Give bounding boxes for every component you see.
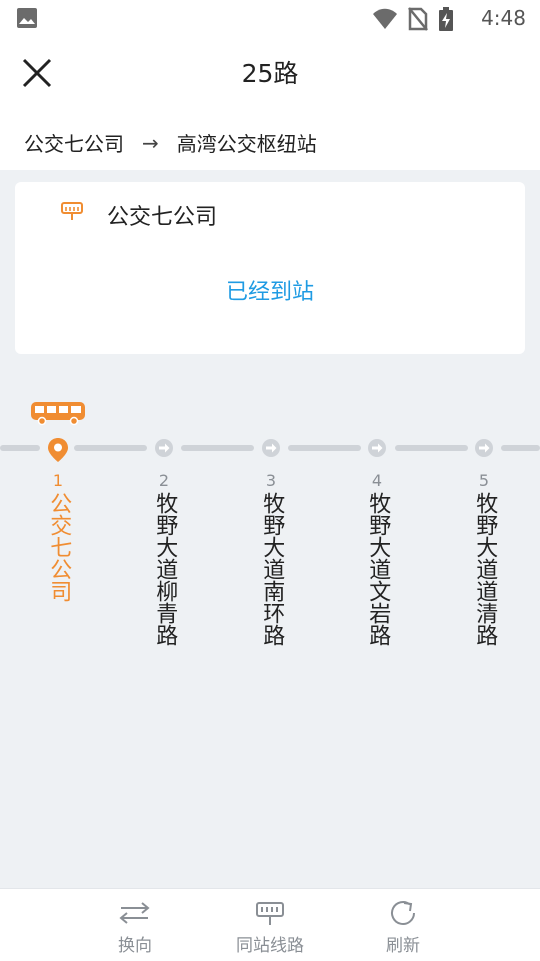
tab-label: 换向 (118, 936, 152, 956)
bus-stop-icon (61, 202, 83, 220)
arrival-status: 已经到站 (225, 280, 314, 305)
bus-stop-icon (256, 902, 284, 925)
track-segment (395, 445, 468, 451)
station-item[interactable]: 5 牧野大道道清路 (464, 470, 504, 646)
to-station: 高湾公交枢纽站 (176, 132, 317, 156)
direction-arrow-icon (475, 439, 493, 457)
direction-arrow-icon (368, 439, 386, 457)
reverse-direction-button[interactable]: 换向 (80, 897, 190, 956)
tab-label: 同站线路 (236, 936, 304, 956)
status-bar: 4:48 (0, 0, 540, 36)
route-direction: 公交七公司 → 高湾公交枢纽站 (24, 128, 317, 157)
station-number: 1 (52, 471, 64, 490)
station-number: 3 (265, 471, 277, 490)
from-station: 公交七公司 (24, 132, 124, 156)
station-item[interactable]: 2 牧野大道柳青路 (144, 470, 184, 646)
bus-icon (31, 402, 85, 426)
tab-label: 刷新 (386, 936, 420, 956)
station-number: 5 (478, 471, 490, 490)
track-segment (74, 445, 147, 451)
station-item[interactable]: 1 公交七公司 (38, 470, 78, 602)
swap-icon (119, 902, 150, 924)
status-time: 4:48 (481, 6, 526, 30)
station-name: 牧野大道文岩路 (365, 492, 391, 646)
no-sim-icon (408, 7, 428, 31)
page-title: 25路 (241, 59, 299, 88)
direction-arrow-icon (262, 439, 280, 457)
station-name: 牧野大道柳青路 (152, 492, 178, 646)
station-number: 2 (158, 471, 170, 490)
location-pin-icon (48, 438, 68, 462)
card-station-name: 公交七公司 (107, 205, 218, 230)
track-segment (0, 445, 40, 451)
same-stop-routes-button[interactable]: 同站线路 (215, 897, 325, 956)
track-segment (288, 445, 361, 451)
battery-charging-icon (439, 7, 453, 31)
arrow-right-icon: → (142, 130, 159, 155)
track-segment (501, 445, 540, 451)
wifi-icon (373, 8, 397, 29)
station-name: 公交七公司 (46, 492, 72, 602)
station-item[interactable]: 4 牧野大道文岩路 (357, 470, 397, 646)
image-notification-icon (17, 8, 37, 28)
station-item[interactable]: 3 牧野大道南环路 (251, 470, 291, 646)
arrival-card: 公交七公司 已经到站 (15, 182, 525, 354)
refresh-icon (391, 901, 415, 925)
track-segment (181, 445, 254, 451)
station-name: 牧野大道道清路 (472, 492, 498, 646)
station-number: 4 (371, 471, 383, 490)
bottom-toolbar: 换向 同站线路 刷新 (0, 888, 540, 961)
station-name: 牧野大道南环路 (259, 492, 285, 646)
header: 25路 公交七公司 → 高湾公交枢纽站 (0, 36, 540, 170)
direction-arrow-icon (155, 439, 173, 457)
refresh-button[interactable]: 刷新 (348, 897, 458, 956)
